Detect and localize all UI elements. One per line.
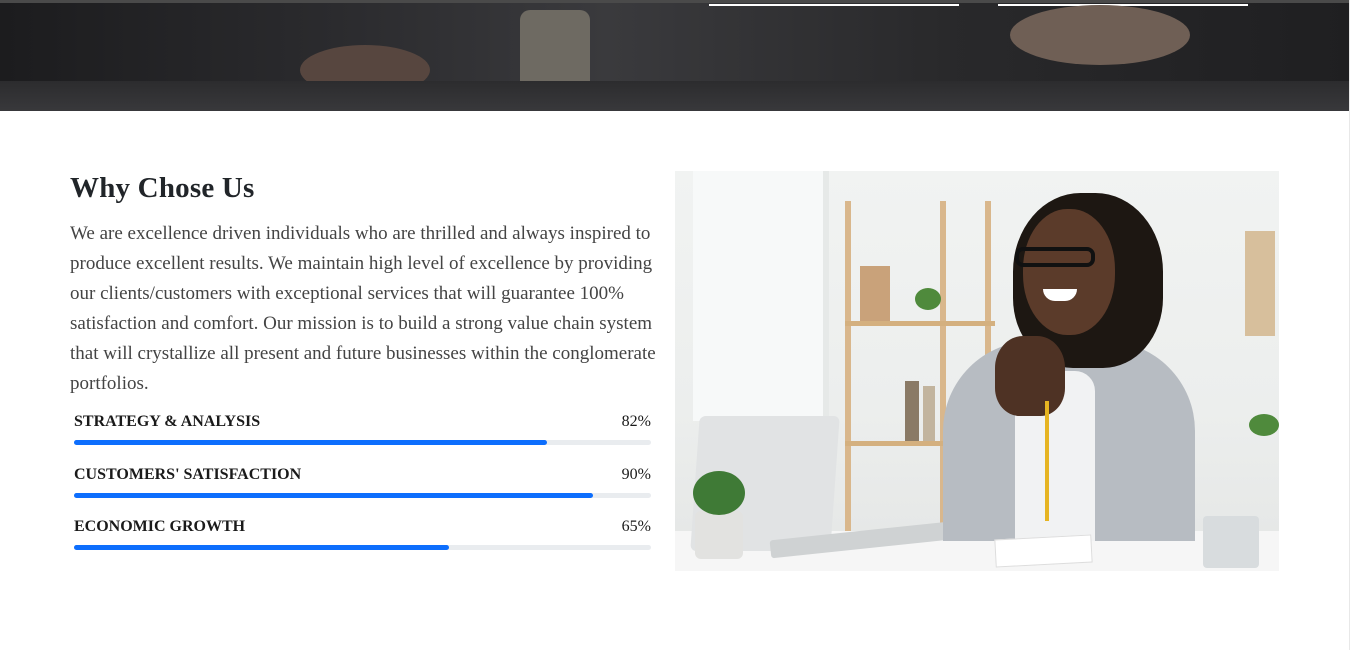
progress-track	[74, 440, 651, 445]
banner-desk-shape	[0, 81, 1350, 111]
section-description: We are excellence driven individuals who…	[70, 223, 656, 394]
photo-book	[860, 266, 890, 321]
skill-percent: 65%	[621, 518, 651, 535]
banner-top-line	[0, 0, 1350, 3]
skill-strategy-analysis: Strategy & Analysis 82%	[74, 413, 651, 445]
photo-plant	[915, 288, 941, 310]
skill-percent: 82%	[621, 413, 651, 430]
skill-label: Economic Growth	[74, 518, 246, 535]
photo-person-glasses	[1015, 247, 1095, 267]
progress-fill	[74, 493, 594, 498]
progress-track	[74, 493, 651, 498]
photo-notepad	[994, 534, 1093, 568]
photo-shelf-post	[845, 201, 851, 531]
photo-shelf	[845, 321, 995, 326]
skill-percent: 90%	[621, 466, 651, 483]
skill-customers-satisfaction: Customers' Satisfaction 90%	[74, 466, 651, 498]
feature-image	[675, 171, 1279, 571]
photo-pen-cup	[1203, 516, 1259, 568]
skill-label: Customers' Satisfaction	[74, 466, 302, 483]
photo-plant	[1249, 414, 1279, 436]
banner-hand-shape	[1010, 5, 1190, 65]
photo-book	[905, 381, 919, 441]
progress-track	[74, 545, 651, 550]
photo-plant-pot	[695, 511, 743, 559]
progress-fill	[74, 440, 548, 445]
skill-economic-growth: Economic Growth 65%	[74, 518, 651, 550]
photo-plant	[693, 471, 745, 515]
section-title: Why Chose Us	[70, 172, 255, 204]
skill-label: Strategy & Analysis	[74, 413, 261, 430]
photo-person-face	[1023, 209, 1115, 335]
photo-window	[693, 171, 829, 421]
hero-banner-image	[0, 0, 1350, 111]
photo-book	[923, 386, 935, 441]
photo-book	[1245, 231, 1275, 336]
banner-highlight-bar	[709, 4, 959, 6]
photo-pencil	[1045, 401, 1049, 521]
photo-person-hands	[995, 336, 1065, 416]
progress-fill	[74, 545, 450, 550]
